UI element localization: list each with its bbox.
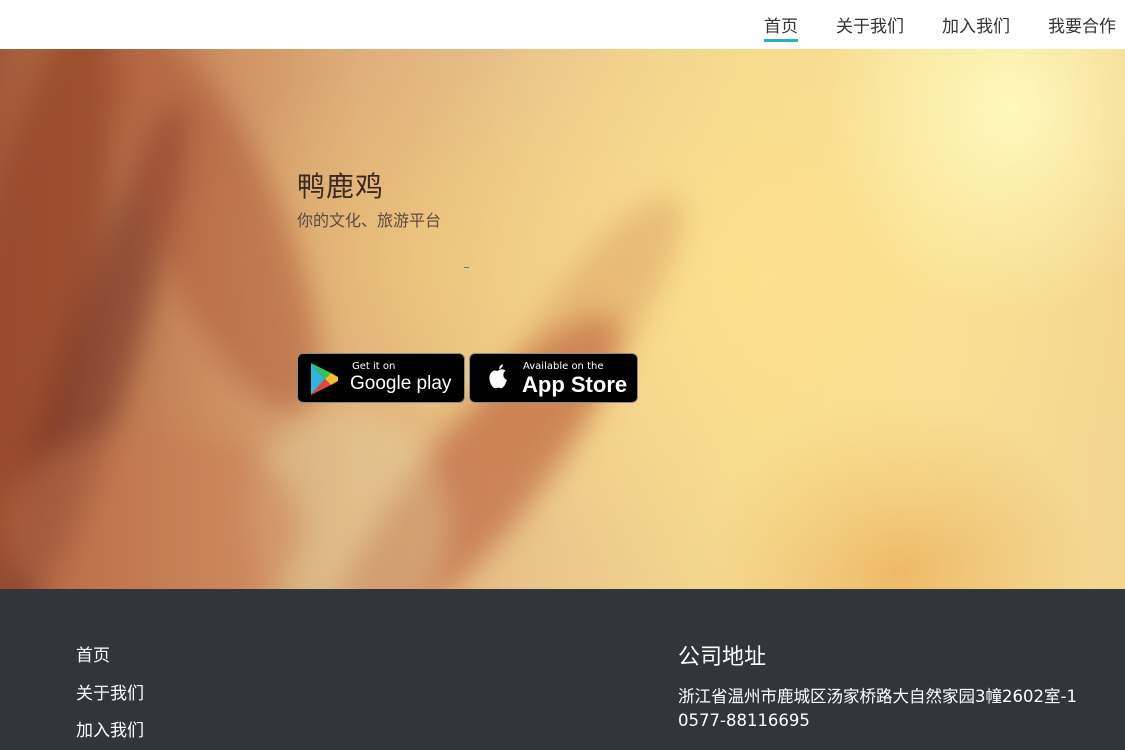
footer-link-about-us[interactable]: 关于我们 [76, 679, 144, 717]
hero-divider [464, 267, 469, 268]
company-address-block: 公司地址 浙江省温州市鹿城区汤家桥路大自然家园3幢2602室-1 0577-88… [678, 639, 1077, 733]
company-address: 浙江省温州市鹿城区汤家桥路大自然家园3幢2602室-1 [678, 687, 1077, 706]
nav-item-home[interactable]: 首页 [764, 0, 798, 42]
footer-link-join-us[interactable]: 加入我们 [76, 716, 144, 750]
google-play-icon [308, 362, 340, 396]
google-play-big-label: Google play [350, 373, 452, 394]
nav-item-cooperate[interactable]: 我要合作 [1048, 0, 1116, 37]
apple-icon [484, 362, 512, 394]
google-play-small-label: Get it on [352, 361, 396, 372]
footer-links: 首页 关于我们 加入我们 [76, 641, 144, 750]
nav-item-about-us[interactable]: 关于我们 [836, 0, 904, 37]
main-nav: 首页 关于我们 加入我们 我要合作 [726, 0, 1116, 49]
footer: 首页 关于我们 加入我们 公司地址 浙江省温州市鹿城区汤家桥路大自然家园3幢26… [0, 589, 1125, 750]
hero-background-blur [456, 172, 714, 486]
app-store-button[interactable]: Available on the App Store [469, 353, 638, 403]
footer-link-home[interactable]: 首页 [76, 641, 144, 679]
page: 首页 关于我们 加入我们 我要合作 鸭鹿鸡 你的文化、旅游平台 Get it o… [0, 0, 1125, 750]
hero-subtitle: 你的文化、旅游平台 [297, 211, 442, 230]
google-play-button[interactable]: Get it on Google play [297, 353, 465, 403]
app-store-big-label: App Store [522, 372, 628, 397]
hero-title: 鸭鹿鸡 [297, 170, 385, 203]
company-phone: 0577-88116695 [678, 711, 810, 730]
top-nav-bar: 首页 关于我们 加入我们 我要合作 [0, 0, 1125, 49]
app-store-small-label: Available on the [523, 361, 604, 372]
hero-banner: 鸭鹿鸡 你的文化、旅游平台 Get it on Google play Avai… [0, 49, 1125, 589]
nav-item-join-us[interactable]: 加入我们 [942, 0, 1010, 37]
company-address-heading: 公司地址 [678, 645, 767, 670]
